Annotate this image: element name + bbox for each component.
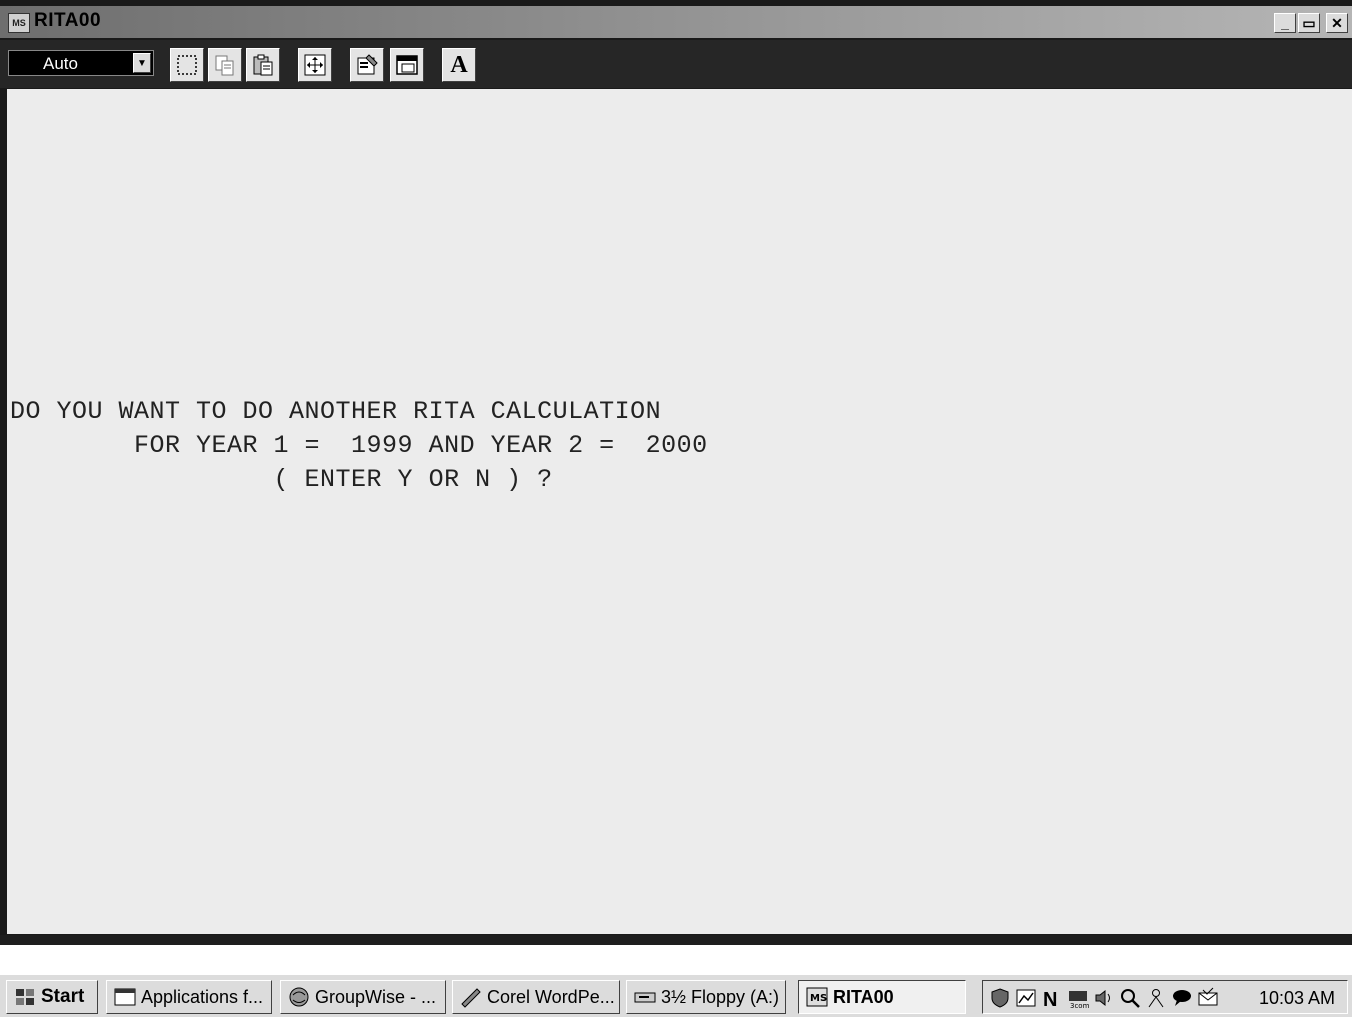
- window-border: [0, 935, 1352, 945]
- taskbar-item-rita00[interactable]: MS RITA00: [798, 980, 966, 1014]
- clock[interactable]: 10:03 AM: [1259, 988, 1335, 1009]
- font-size-value: Auto: [43, 54, 78, 73]
- properties-icon: [357, 54, 378, 75]
- mark-button[interactable]: [170, 48, 204, 82]
- taskbar-item-label: Corel WordPe...: [487, 986, 615, 1007]
- paste-icon: [253, 54, 273, 76]
- chevron-down-icon[interactable]: ▼: [133, 53, 151, 73]
- maximize-button[interactable]: ▭: [1298, 13, 1320, 33]
- toolbar: Auto ▼ A: [0, 40, 1352, 88]
- desktop: [0, 945, 1352, 973]
- full-screen-icon: [304, 54, 326, 76]
- mark-icon: [177, 55, 197, 75]
- shield-icon[interactable]: [989, 987, 1011, 1009]
- console-window: MS RITA00 _ ▭ ✕ Auto ▼ A DO YOU WANT TO …: [0, 0, 1352, 945]
- msdos-icon: MS: [806, 987, 828, 1007]
- n-icon[interactable]: N: [1041, 987, 1063, 1009]
- font-button[interactable]: A: [442, 48, 476, 82]
- start-label: Start: [41, 986, 85, 1007]
- console-line: FOR YEAR 1 = 1999 AND YEAR 2 = 2000: [10, 431, 708, 460]
- chat-icon[interactable]: [1171, 987, 1193, 1009]
- console-line: DO YOU WANT TO DO ANOTHER RITA CALCULATI…: [10, 397, 662, 426]
- start-button[interactable]: Start: [6, 980, 98, 1014]
- taskbar-item-corel-wordperfect[interactable]: Corel WordPe...: [452, 980, 620, 1014]
- close-button[interactable]: ✕: [1326, 13, 1348, 33]
- taskbar-item-label: Applications f...: [141, 986, 264, 1007]
- taskbar-item-label: RITA00: [833, 986, 894, 1007]
- window-title: RITA00: [34, 10, 102, 31]
- full-screen-button[interactable]: [298, 48, 332, 82]
- msdos-icon[interactable]: MS: [8, 13, 30, 33]
- windows-logo-icon: [16, 989, 34, 1005]
- envelope-icon[interactable]: [1197, 987, 1219, 1009]
- copy-icon: [215, 55, 234, 76]
- console-output[interactable]: DO YOU WANT TO DO ANOTHER RITA CALCULATI…: [7, 89, 1352, 934]
- quill-icon: [461, 988, 481, 1008]
- minimize-button[interactable]: _: [1274, 13, 1296, 33]
- taskbar-item-floppy[interactable]: 3½ Floppy (A:): [626, 980, 786, 1014]
- groupwise-icon: [289, 987, 309, 1007]
- svg-text:3com: 3com: [1070, 1002, 1089, 1009]
- taskbar-item-applications[interactable]: Applications f...: [106, 980, 272, 1014]
- window-icon: [114, 988, 136, 1006]
- floppy-drive-icon: [634, 992, 656, 1003]
- taskbar-item-label: GroupWise - ...: [315, 986, 437, 1007]
- background-icon: [396, 55, 418, 75]
- console-line: ( ENTER Y OR N ) ?: [10, 465, 553, 494]
- person-icon[interactable]: [1145, 987, 1167, 1009]
- taskbar-item-label: 3½ Floppy (A:): [661, 986, 780, 1007]
- speaker-icon[interactable]: [1093, 987, 1115, 1009]
- chart-icon[interactable]: [1015, 987, 1037, 1009]
- copy-button[interactable]: [208, 48, 242, 82]
- taskbar: Start Applications f... GroupWise - ... …: [0, 973, 1352, 1017]
- svg-text:N: N: [1043, 989, 1057, 1009]
- 3com-network-icon[interactable]: 3com: [1067, 987, 1089, 1009]
- background-button[interactable]: [390, 48, 424, 82]
- title-bar[interactable]: MS RITA00 _ ▭ ✕: [0, 6, 1352, 38]
- taskbar-item-groupwise[interactable]: GroupWise - ...: [280, 980, 446, 1014]
- search-icon[interactable]: [1119, 987, 1141, 1009]
- svg-text:MS: MS: [810, 993, 827, 1004]
- properties-button[interactable]: [350, 48, 384, 82]
- font-size-select[interactable]: Auto ▼: [8, 50, 154, 76]
- system-tray: N 3com 10:03 AM: [982, 980, 1348, 1014]
- paste-button[interactable]: [246, 48, 280, 82]
